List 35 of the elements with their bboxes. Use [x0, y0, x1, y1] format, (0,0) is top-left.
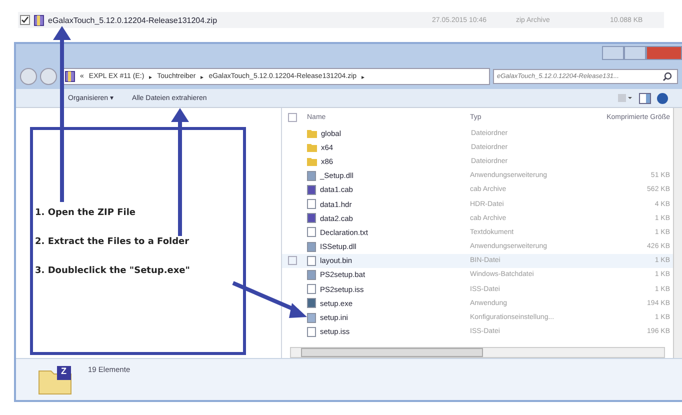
instruction-step: 2. Extract the Files to a Folder: [33, 237, 243, 247]
zip-letter: Z: [61, 366, 66, 376]
instruction-step: 3. Doubleclick the "Setup.exe": [33, 266, 243, 276]
settings-file-icon: [307, 312, 316, 323]
document-icon: [307, 326, 316, 337]
close-button[interactable]: [646, 46, 682, 60]
view-options-icon[interactable]: [617, 93, 633, 103]
archive-icon: [307, 213, 316, 224]
help-icon[interactable]: [657, 92, 668, 104]
zip-folder-icon: [65, 71, 75, 82]
document-icon: [307, 256, 316, 266]
settings-file-icon: [307, 170, 316, 181]
document-icon: [307, 199, 316, 210]
forward-button[interactable]: [40, 68, 57, 85]
search-icon: [663, 72, 672, 81]
document-icon: [307, 227, 316, 238]
row-checkbox[interactable]: [288, 256, 297, 266]
preview-pane-icon[interactable]: [639, 92, 651, 104]
select-all-checkbox[interactable]: [288, 112, 297, 122]
zip-folder-icon: [38, 365, 72, 395]
maximize-button[interactable]: [624, 46, 646, 60]
vertical-scrollbar[interactable]: [673, 108, 682, 358]
archive-icon: [307, 184, 316, 195]
horizontal-scrollbar[interactable]: [290, 347, 665, 358]
program-icon: [307, 298, 316, 308]
settings-file-icon: [307, 242, 316, 252]
checkbox[interactable]: [20, 15, 30, 25]
minimize-button[interactable]: [602, 46, 624, 60]
instruction-step: 1. Open the ZIP File: [33, 208, 243, 218]
scroll-thumb[interactable]: [301, 348, 483, 357]
back-button[interactable]: [20, 68, 37, 85]
zip-file-icon: [34, 14, 44, 26]
settings-file-icon: [307, 270, 316, 280]
document-icon: [307, 284, 316, 294]
file-name[interactable]: eGalaxTouch_5.12.0.12204-Release131204.zip: [48, 16, 428, 24]
